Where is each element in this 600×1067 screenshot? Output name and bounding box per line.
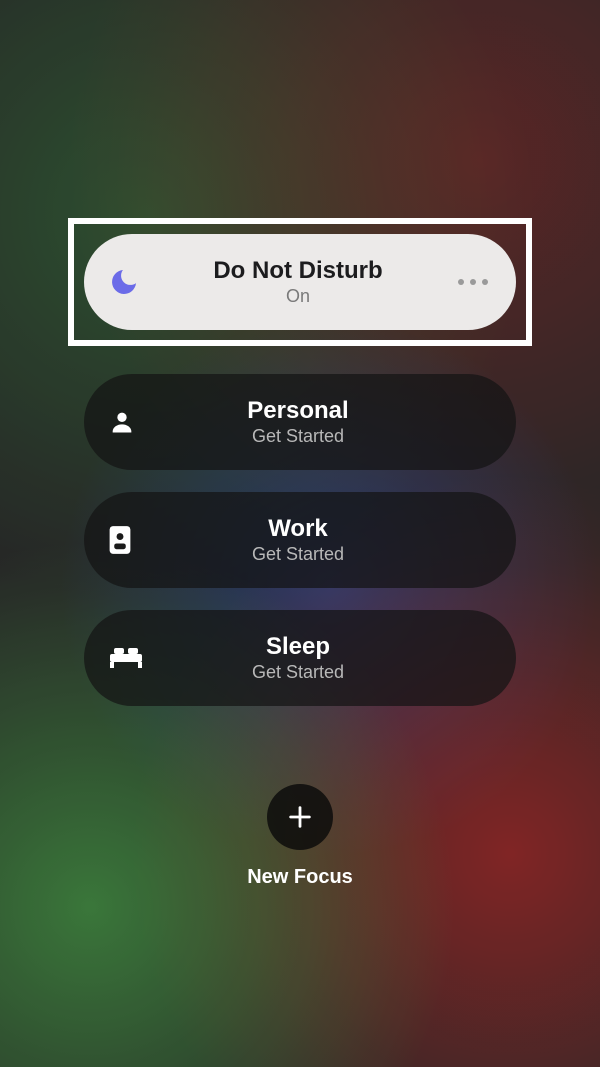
ellipsis-icon[interactable] xyxy=(440,279,488,285)
focus-status: On xyxy=(286,286,310,307)
focus-title: Work xyxy=(268,515,328,543)
focus-status: Get Started xyxy=(252,662,344,683)
bed-icon xyxy=(108,644,156,672)
focus-title: Personal xyxy=(247,397,348,425)
focus-title: Sleep xyxy=(266,633,330,661)
new-focus-label: New Focus xyxy=(247,866,353,889)
focus-work[interactable]: Work Get Started xyxy=(84,492,516,588)
focus-personal[interactable]: Personal Get Started xyxy=(84,374,516,470)
focus-title: Do Not Disturb xyxy=(213,257,382,285)
new-focus-button[interactable]: New Focus xyxy=(247,784,353,889)
focus-status: Get Started xyxy=(252,544,344,565)
badge-icon xyxy=(108,525,156,555)
focus-status: Get Started xyxy=(252,426,344,447)
person-icon xyxy=(108,408,156,436)
focus-sleep[interactable]: Sleep Get Started xyxy=(84,610,516,706)
focus-menu: Do Not Disturb On Personal Get Started xyxy=(0,0,600,889)
plus-icon xyxy=(267,784,333,850)
active-focus-highlight: Do Not Disturb On xyxy=(68,218,532,346)
focus-do-not-disturb[interactable]: Do Not Disturb On xyxy=(84,234,516,330)
moon-icon xyxy=(108,266,156,298)
